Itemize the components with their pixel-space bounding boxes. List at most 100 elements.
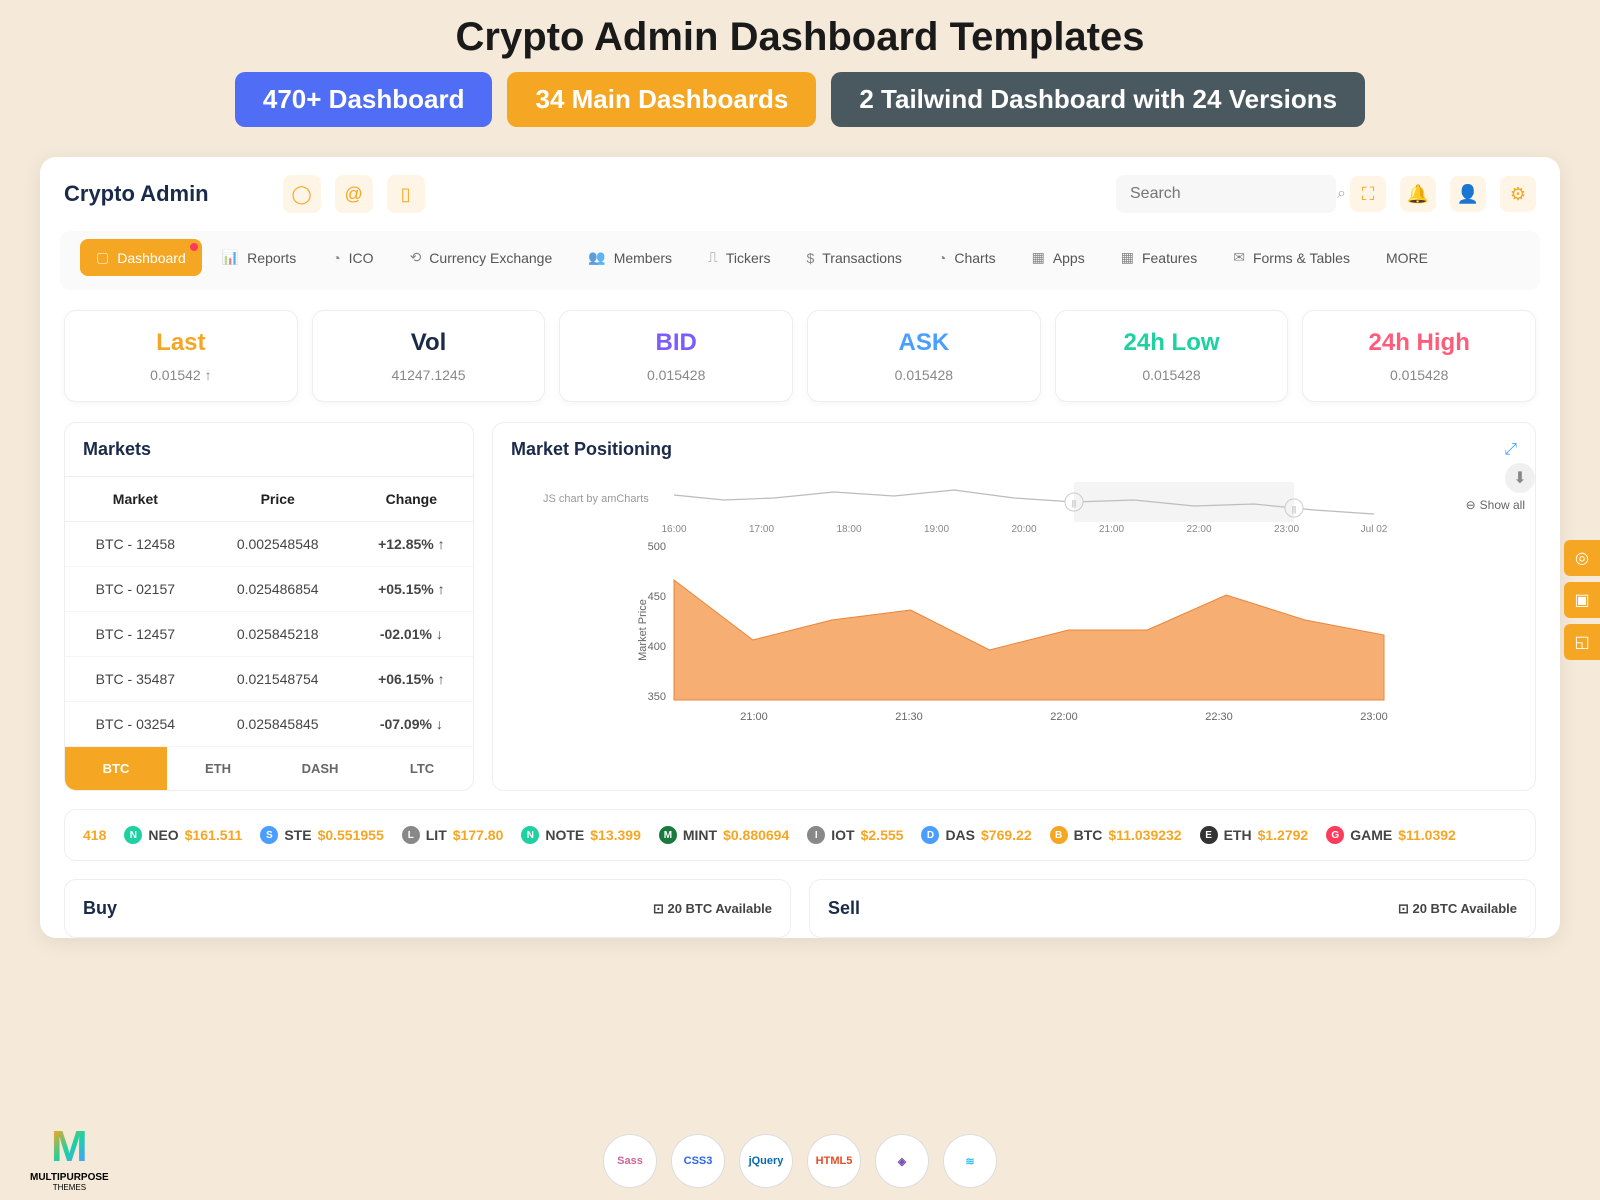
svg-text:Jul 02: Jul 02: [1361, 524, 1388, 535]
sell-panel: Sell ⊡ 20 BTC Available: [809, 879, 1536, 938]
nav-icon: ▢: [96, 249, 109, 266]
nav-icon: ▦: [1032, 249, 1045, 266]
nav-apps[interactable]: ▦Apps: [1016, 239, 1101, 276]
chart-area: || || 16:0017:0018:0019:0020:0021:0022:0…: [511, 470, 1517, 750]
side-tools: ◎ ▣ ◱: [1564, 540, 1600, 660]
ticker-game: GGAME $11.0392: [1326, 826, 1456, 844]
gear-icon[interactable]: ⚙: [1500, 176, 1536, 212]
nav-more[interactable]: MORE: [1370, 239, 1444, 276]
fullscreen-icon[interactable]: ⛶: [1350, 176, 1386, 212]
svg-text:500: 500: [648, 541, 666, 553]
coin-icon: E: [1200, 826, 1218, 844]
tech-jquery: jQuery: [739, 1134, 793, 1188]
ticker-das: DDAS $769.22: [921, 826, 1031, 844]
user-icon[interactable]: 👤: [1450, 176, 1486, 212]
tech-logos: SassCSS3jQueryHTML5◈≋: [0, 1134, 1600, 1188]
ticker-lit: LLIT $177.80: [402, 826, 504, 844]
tab-eth[interactable]: ETH: [167, 747, 269, 790]
coin-icon: I: [807, 826, 825, 844]
coin-icon: G: [1326, 826, 1344, 844]
stat-value: 41247.1245: [323, 367, 535, 383]
nav-icon: ✉: [1233, 249, 1245, 266]
table-row[interactable]: BTC - 124570.025845218-02.01% ↓: [65, 612, 473, 657]
nav-forms-tables[interactable]: ✉Forms & Tables: [1217, 239, 1366, 276]
table-row[interactable]: BTC - 354870.021548754+06.15% ↑: [65, 657, 473, 702]
nav-reports[interactable]: 📊Reports: [206, 239, 312, 276]
stat-label: Vol: [323, 329, 535, 357]
stat-label: ASK: [818, 329, 1030, 357]
svg-text:22:00: 22:00: [1050, 711, 1078, 723]
nav-icon: ◔: [938, 250, 946, 266]
expand-icon[interactable]: ⤢: [1504, 441, 1517, 459]
coin-icon: N: [124, 826, 142, 844]
clipboard-icon[interactable]: ▯: [387, 175, 425, 213]
nav-tickers[interactable]: ⎍Tickers: [692, 239, 786, 276]
nav-transactions[interactable]: $Transactions: [790, 239, 917, 276]
table-row[interactable]: BTC - 021570.025486854+05.15% ↑: [65, 567, 473, 612]
table-row[interactable]: BTC - 124580.002548548+12.85% ↑: [65, 522, 473, 567]
stat-label: 24h High: [1313, 329, 1525, 357]
notification-dot: [190, 243, 198, 251]
stat-last: Last0.01542 ↑: [64, 310, 298, 402]
ticker-row: 418NNEO $161.511SSTE $0.551955LLIT $177.…: [64, 809, 1536, 861]
stat-bid: BID0.015428: [559, 310, 793, 402]
chart-title: Market Positioning: [511, 439, 672, 460]
nav-dashboard[interactable]: ▢Dashboard: [80, 239, 202, 276]
col-price: Price: [206, 477, 350, 522]
bell-icon[interactable]: 🔔: [1400, 176, 1436, 212]
tech-: ◈: [875, 1134, 929, 1188]
markets-panel: Markets MarketPriceChange BTC - 124580.0…: [64, 422, 474, 791]
svg-text:18:00: 18:00: [836, 524, 861, 535]
svg-text:16:00: 16:00: [661, 524, 686, 535]
badge-main: 34 Main Dashboards: [507, 72, 816, 127]
side-tool-3[interactable]: ◱: [1564, 624, 1600, 660]
search-icon: ⌕: [1337, 185, 1346, 203]
search-input[interactable]: [1130, 185, 1337, 203]
chart-ylabel: Market Price: [637, 599, 649, 661]
coin-icon: N: [521, 826, 539, 844]
main-row: Markets MarketPriceChange BTC - 124580.0…: [40, 422, 1560, 809]
buysell-row: Buy ⊡ 20 BTC Available Sell ⊡ 20 BTC Ava…: [40, 879, 1560, 938]
topbar: Crypto Admin ◯ @ ▯ ⌕ ⛶ 🔔 👤 ⚙: [40, 157, 1560, 231]
mention-icon[interactable]: @: [335, 175, 373, 213]
market-tabs: BTCETHDASHLTC: [65, 747, 473, 790]
stat-vol: Vol 41247.1245: [312, 310, 546, 402]
coin-icon: M: [659, 826, 677, 844]
ticker-eth: EETH $1.2792: [1200, 826, 1309, 844]
nav-icon: ⎍: [708, 249, 718, 266]
svg-text:19:00: 19:00: [924, 524, 949, 535]
tab-btc[interactable]: BTC: [65, 747, 167, 790]
multipurpose-logo: M MULTIPURPOSE THEMES: [30, 1122, 109, 1192]
svg-text:22:30: 22:30: [1205, 711, 1233, 723]
dashboard-window: Crypto Admin ◯ @ ▯ ⌕ ⛶ 🔔 👤 ⚙ ▢Dashboard📊…: [40, 157, 1560, 938]
nav-icon: 👥: [588, 249, 605, 266]
buy-panel: Buy ⊡ 20 BTC Available: [64, 879, 791, 938]
nav-icon: ▦: [1121, 249, 1134, 266]
stat-value: 0.015428: [818, 367, 1030, 383]
svg-text:17:00: 17:00: [749, 524, 774, 535]
side-tool-2[interactable]: ▣: [1564, 582, 1600, 618]
promo-header: Crypto Admin Dashboard Templates 470+ Da…: [0, 0, 1600, 139]
tab-ltc[interactable]: LTC: [371, 747, 473, 790]
nav-charts[interactable]: ◔Charts: [922, 239, 1012, 276]
chat-icon[interactable]: ◯: [283, 175, 321, 213]
table-row[interactable]: BTC - 032540.025845845-07.09% ↓: [65, 702, 473, 747]
coin-icon: S: [260, 826, 278, 844]
nav-icon: 📊: [222, 249, 239, 266]
buy-available: ⊡ 20 BTC Available: [653, 901, 772, 917]
tab-dash[interactable]: DASH: [269, 747, 371, 790]
nav-currency-exchange[interactable]: ⟲Currency Exchange: [394, 239, 569, 276]
side-tool-1[interactable]: ◎: [1564, 540, 1600, 576]
search-input-wrap[interactable]: ⌕: [1116, 175, 1336, 213]
svg-text:21:00: 21:00: [1099, 524, 1124, 535]
stat-label: BID: [570, 329, 782, 357]
nav-ico[interactable]: ◔ICO: [316, 239, 389, 276]
nav-features[interactable]: ▦Features: [1105, 239, 1213, 276]
stat-label: Last: [75, 329, 287, 357]
coin-icon: D: [921, 826, 939, 844]
stat-24h-high: 24h High0.015428: [1302, 310, 1536, 402]
markets-title: Markets: [65, 423, 473, 477]
nav-members[interactable]: 👥Members: [572, 239, 688, 276]
stats-row: Last0.01542 ↑Vol41247.1245BID0.015428ASK…: [40, 290, 1560, 422]
promo-badges: 470+ Dashboard 34 Main Dashboards 2 Tail…: [0, 72, 1600, 127]
